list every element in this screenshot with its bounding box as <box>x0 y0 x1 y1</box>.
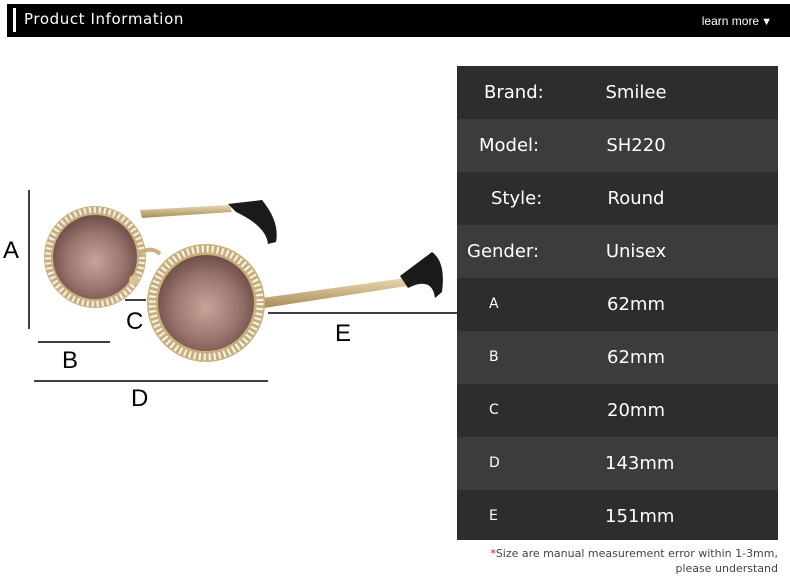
spec-row-c: C 20mm <box>457 384 778 437</box>
left-lens <box>44 206 146 308</box>
spec-value: 143mm <box>605 453 675 474</box>
spec-key: Style: <box>491 188 543 209</box>
learn-more-label: learn more <box>701 14 760 28</box>
spec-row-model: Model: SH220 <box>457 119 778 172</box>
chevron-down-icon: ▼ <box>761 16 772 28</box>
spec-key: D <box>489 455 500 471</box>
dimension-label-c: C <box>126 308 144 335</box>
dimension-label-a: A <box>3 237 20 264</box>
header-accent-bar <box>13 8 16 32</box>
spec-value: Smilee <box>605 82 667 103</box>
spec-key: C <box>489 402 499 418</box>
back-temple-tip <box>228 200 277 244</box>
spec-value: 62mm <box>607 347 665 368</box>
header-bar: Product Information learn more ▼ <box>7 4 790 37</box>
spec-value: Round <box>607 188 665 209</box>
header-title: Product Information <box>24 10 184 28</box>
front-temple-tip <box>400 252 443 298</box>
measurement-note: *Size are manual measurement error withi… <box>490 546 778 576</box>
spec-value: SH220 <box>606 135 666 156</box>
spec-row-brand: Brand: Smilee <box>457 66 778 119</box>
spec-row-d: D 143mm <box>457 437 778 490</box>
spec-value: 62mm <box>607 294 665 315</box>
spec-value: Unisex <box>605 241 667 262</box>
nose-pad <box>129 275 139 285</box>
spec-key: E <box>489 508 498 524</box>
note-line-1: *Size are manual measurement error withi… <box>490 547 778 560</box>
spec-key: Model: <box>479 135 540 156</box>
spec-row-style: Style: Round <box>457 172 778 225</box>
spec-value: 151mm <box>605 506 675 527</box>
spec-row-a: A 62mm <box>457 278 778 331</box>
dimension-label-d: D <box>131 385 149 412</box>
spec-key: Brand: <box>484 82 544 103</box>
spec-row-gender: Gender: Unisex <box>457 225 778 278</box>
dimension-label-b: B <box>62 347 79 374</box>
front-temple <box>262 252 443 308</box>
spec-value: 20mm <box>607 400 665 421</box>
back-temple <box>140 200 277 244</box>
learn-more-link[interactable]: learn more ▼ <box>702 14 772 28</box>
spec-key: B <box>489 349 499 365</box>
spec-row-b: B 62mm <box>457 331 778 384</box>
dimension-label-e: E <box>335 320 352 347</box>
product-figure: A B C D E <box>0 40 460 420</box>
note-line-2: please understand <box>675 562 779 575</box>
spec-row-e: E 151mm <box>457 490 778 540</box>
spec-table: Brand: Smilee Model: SH220 Style: Round … <box>457 66 778 540</box>
bridge <box>136 247 162 257</box>
right-lens <box>147 244 265 362</box>
spec-key: A <box>489 296 499 312</box>
spec-key: Gender: <box>467 241 540 262</box>
